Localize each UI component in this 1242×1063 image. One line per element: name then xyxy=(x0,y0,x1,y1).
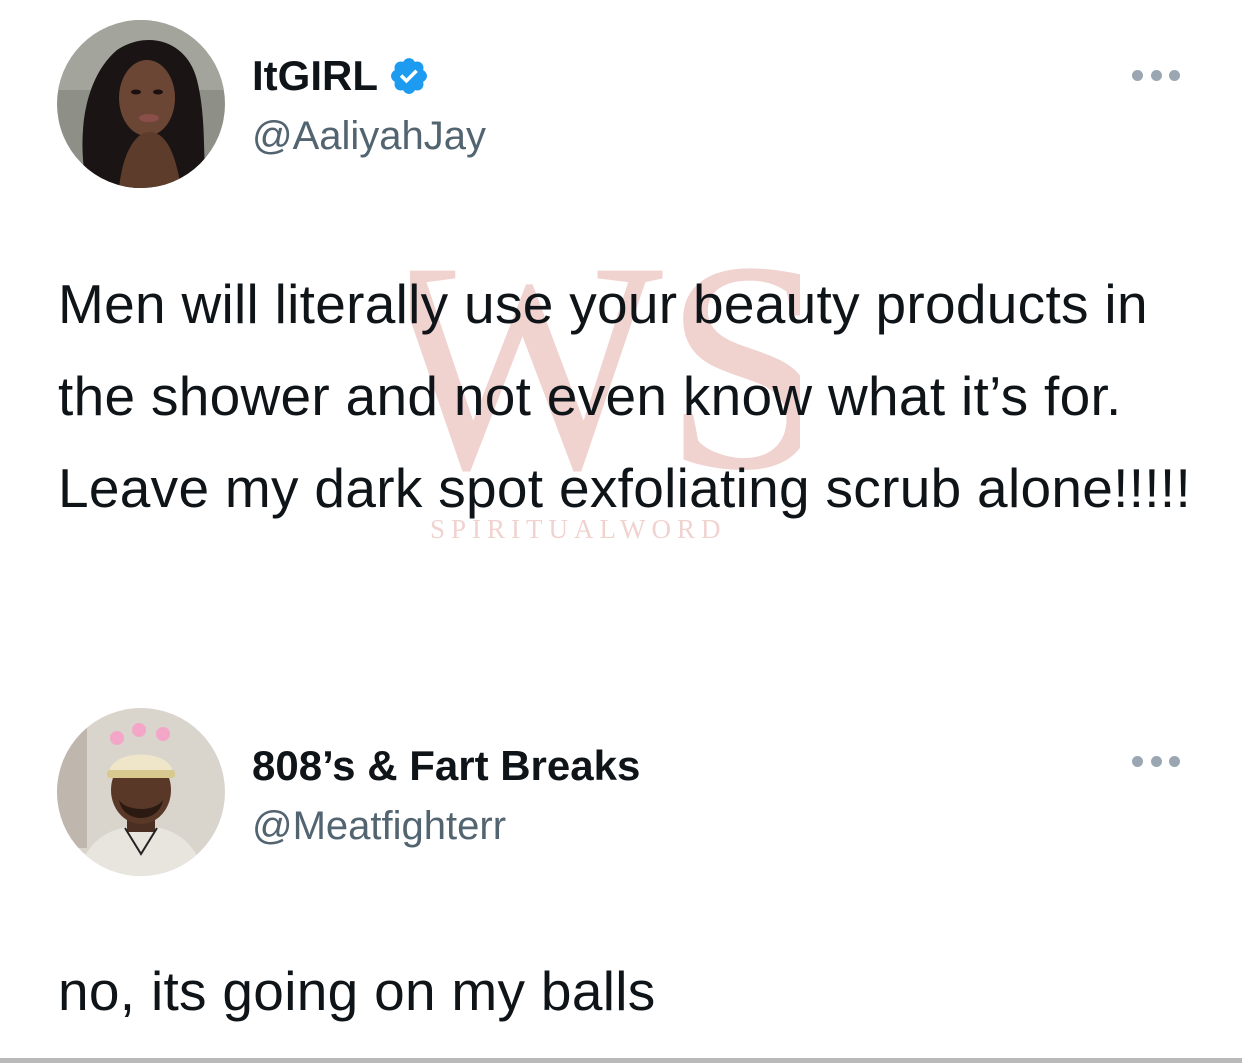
bottom-divider xyxy=(0,1058,1242,1063)
display-name[interactable]: 808’s & Fart Breaks xyxy=(252,740,640,792)
handle[interactable]: @Meatfighterr xyxy=(252,802,640,850)
more-dot xyxy=(1132,69,1143,81)
handle[interactable]: @AaliyahJay xyxy=(252,112,486,160)
display-name-text: ItGIRL xyxy=(252,52,378,99)
more-dot xyxy=(1169,69,1180,81)
display-name[interactable]: ItGIRL xyxy=(252,50,486,102)
more-options-icon[interactable] xyxy=(1132,754,1180,768)
more-dot xyxy=(1132,755,1143,767)
avatar-image xyxy=(57,20,225,188)
tweet-reply: 808’s & Fart Breaks @Meatfighterr no, it… xyxy=(0,690,1242,1063)
avatar-image xyxy=(57,708,225,876)
display-name-text: 808’s & Fart Breaks xyxy=(252,742,641,789)
tweet-original: ItGIRL @AaliyahJay WS SPIRITUALWORD Men … xyxy=(0,0,1242,660)
tweet-text: no, its going on my balls xyxy=(58,960,656,1022)
more-dot xyxy=(1150,755,1162,767)
avatar-itgirl[interactable] xyxy=(57,20,225,188)
more-options-icon[interactable] xyxy=(1132,68,1180,82)
avatar-meatfighterr[interactable] xyxy=(57,708,225,876)
tweet-text: Men will literally use your beauty produ… xyxy=(58,273,1192,519)
more-dot xyxy=(1169,755,1180,767)
more-dot xyxy=(1150,69,1162,81)
author-block: ItGIRL @AaliyahJay xyxy=(252,50,486,160)
verified-badge-icon xyxy=(388,55,430,97)
author-block: 808’s & Fart Breaks @Meatfighterr xyxy=(252,740,640,850)
